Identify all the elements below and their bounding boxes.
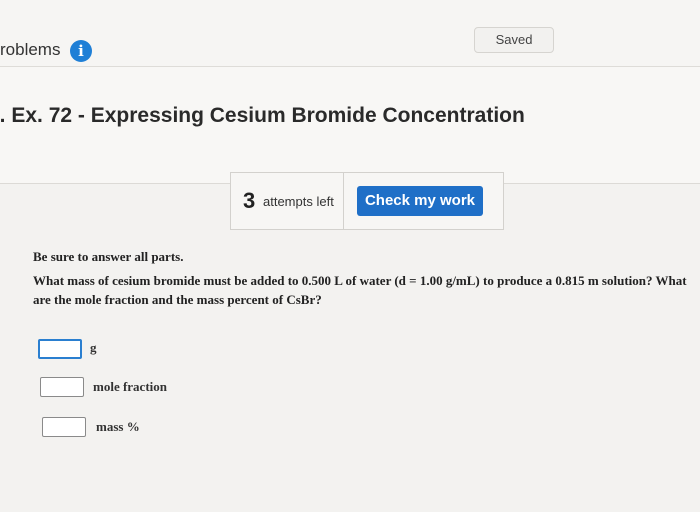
mass-percent-label: mass % xyxy=(96,419,140,434)
info-icon[interactable]: i xyxy=(70,40,92,62)
mass-answer-input[interactable] xyxy=(38,339,82,359)
page-title: 1. Ex. 72 - Expressing Cesium Bromide Co… xyxy=(0,104,525,127)
saved-status-badge: Saved xyxy=(474,27,554,53)
mass-unit-label: g xyxy=(90,340,97,355)
problem-title-bar: 1. Ex. 72 - Expressing Cesium Bromide Co… xyxy=(0,67,700,184)
mass-percent-answer-input[interactable] xyxy=(42,417,86,437)
question-text: What mass of cesium bromide must be adde… xyxy=(33,273,687,307)
instructions-text: Be sure to answer all parts. xyxy=(33,249,184,264)
question-area: Be sure to answer all parts. What mass o… xyxy=(0,183,700,512)
problems-label: roblems xyxy=(0,40,61,59)
mole-fraction-answer-input[interactable] xyxy=(40,377,84,397)
top-bar: roblems i Saved xyxy=(0,0,700,67)
mole-fraction-label: mole fraction xyxy=(93,379,168,394)
